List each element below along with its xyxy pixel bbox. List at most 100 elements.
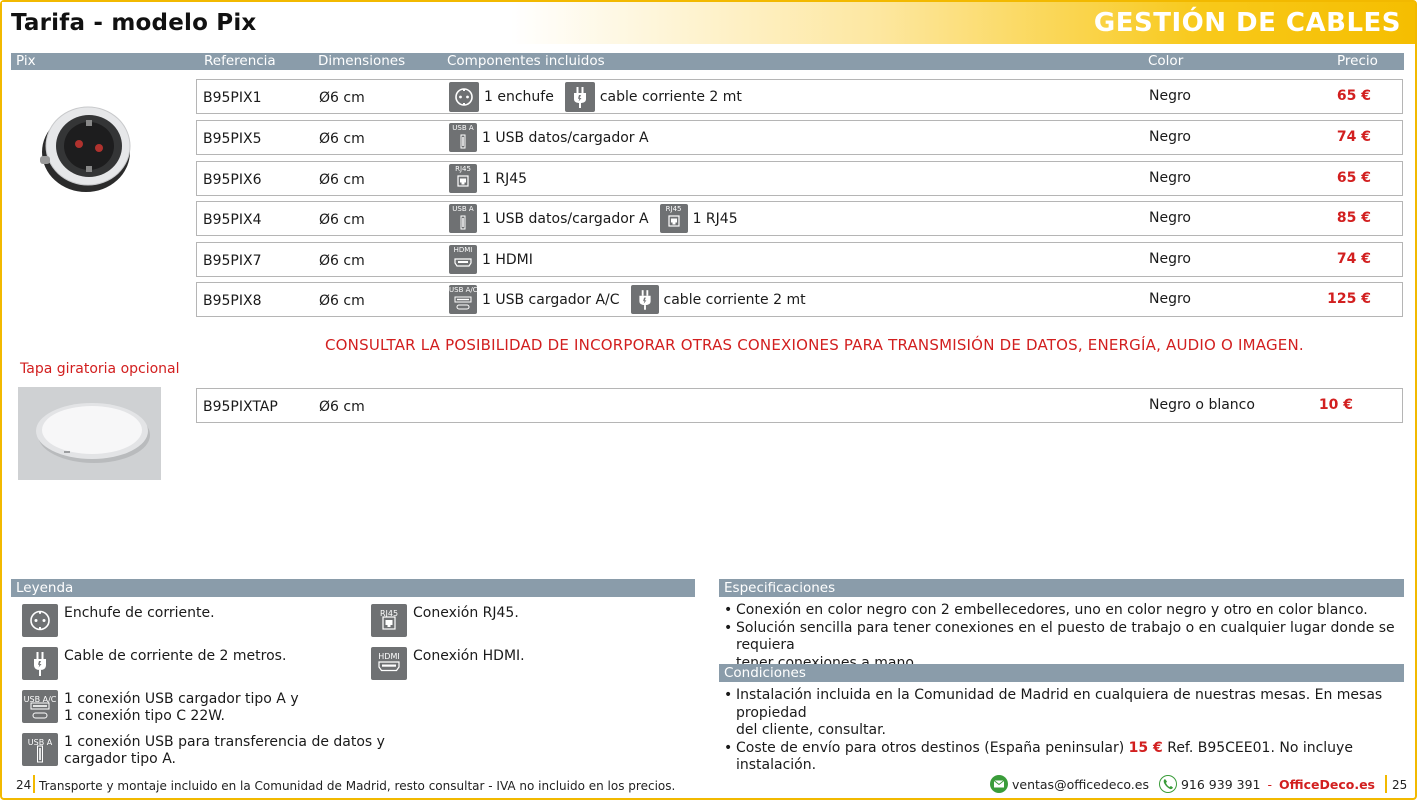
legend-item: Cable de corriente de 2 metros. xyxy=(22,647,286,680)
usb-a-icon: USB A xyxy=(22,733,58,766)
notice-text: CONSULTAR LA POSIBILIDAD DE INCORPORAR O… xyxy=(325,336,1304,354)
email-icon xyxy=(989,775,1008,793)
contact-info: ventas@officedeco.es 916 939 391 - Offic… xyxy=(989,775,1375,793)
power-cable-icon xyxy=(22,647,58,680)
legend-socket-text: Enchufe de corriente. xyxy=(64,605,215,621)
rj45-icon: RJ45 xyxy=(659,204,688,233)
row-ref: B95PIX5 xyxy=(203,131,262,147)
legend-usb-a-text: 1 conexión USB para transferencia de dat… xyxy=(64,734,385,767)
usb-ac-icon: USB A/C xyxy=(449,285,478,314)
component-label: 1 enchufe xyxy=(484,88,554,105)
rj45-icon: RJ45 xyxy=(371,604,407,637)
legend-hdmi-text: Conexión HDMI. xyxy=(413,648,525,664)
legend-usb-ac-text: 1 conexión USB cargador tipo A y1 conexi… xyxy=(64,691,299,724)
row-components: USB A/C 1 USB cargador A/C cable corrien… xyxy=(449,284,812,315)
page-number-left: 24 xyxy=(16,778,32,792)
row-dim: Ø6 cm xyxy=(319,212,365,228)
list-item: Coste de envío para otros destinos (Espa… xyxy=(721,740,1411,775)
row-ref: B95PIXTAP xyxy=(203,399,278,415)
legend-rj45-text: Conexión RJ45. xyxy=(413,605,519,621)
divider xyxy=(1385,775,1387,793)
col-price: Precio xyxy=(1337,53,1378,69)
legend-item: USB A/C 1 conexión USB cargador tipo A y… xyxy=(22,690,299,725)
socket-icon xyxy=(449,81,479,112)
hdmi-icon: HDMI xyxy=(449,245,477,274)
row-ref: B95PIX6 xyxy=(203,172,262,188)
row-dim: Ø6 cm xyxy=(319,399,365,415)
row-color: Negro xyxy=(1149,251,1191,267)
usb-a-icon: USB A xyxy=(449,204,477,233)
col-dim: Dimensiones xyxy=(318,53,406,69)
row-ref: B95PIX8 xyxy=(203,293,262,309)
row-color: Negro xyxy=(1149,170,1191,186)
table-row: B95PIX8 Ø6 cm USB A/C 1 USB cargador A/C… xyxy=(196,282,1403,317)
list-item: Instalación incluida en la Comunidad de … xyxy=(721,687,1411,740)
row-dim: Ø6 cm xyxy=(319,172,365,188)
list-item: Conexión en color negro con 2 embelleced… xyxy=(721,602,1411,620)
legend-title: Leyenda xyxy=(11,579,695,597)
tapa-label: Tapa giratoria opcional xyxy=(20,361,180,377)
page-header: Tarifa - modelo Pix GESTIÓN DE CABLES xyxy=(2,2,1415,44)
component-label: 1 USB cargador A/C xyxy=(482,291,620,308)
section-title: GESTIÓN DE CABLES xyxy=(1093,8,1401,38)
email-link[interactable]: ventas@officedeco.es xyxy=(1012,777,1149,792)
row-components: HDMI 1 HDMI xyxy=(449,244,539,275)
row-components: RJ45 1 RJ45 xyxy=(449,163,533,194)
footer-text: Transporte y montaje incluido en la Comu… xyxy=(39,779,676,793)
row-components: USB A 1 USB datos/cargador A RJ45 1 RJ45 xyxy=(449,203,744,234)
row-color: Negro xyxy=(1149,129,1191,145)
pix-product-image xyxy=(40,106,131,192)
page-title: Tarifa - modelo Pix xyxy=(11,10,257,36)
hdmi-icon: HDMI xyxy=(371,647,407,680)
row-dim: Ø6 cm xyxy=(319,293,365,309)
usb-a-icon: USB A xyxy=(449,123,477,152)
specs-list: Conexión en color negro con 2 embelleced… xyxy=(721,602,1411,672)
row-price: 65 € xyxy=(1336,88,1371,104)
conditions-list: Instalación incluida en la Comunidad de … xyxy=(721,687,1411,775)
row-color: Negro xyxy=(1149,291,1191,307)
page-footer: 24 Transporte y montaje incluido en la C… xyxy=(2,772,1415,798)
row-dim: Ø6 cm xyxy=(319,90,365,106)
socket-icon xyxy=(22,604,58,637)
row-price: 74 € xyxy=(1336,251,1371,267)
table-row: B95PIXTAP Ø6 cm Negro o blanco 10 € xyxy=(196,388,1403,423)
component-label: cable corriente 2 mt xyxy=(663,291,806,308)
component-label: 1 USB datos/cargador A xyxy=(482,129,649,146)
specs-title: Especificaciones xyxy=(719,579,1404,597)
col-ref: Referencia xyxy=(204,53,276,69)
table-row: B95PIX1 Ø6 cm 1 enchufe cable corriente … xyxy=(196,79,1403,114)
legend-cable-text: Cable de corriente de 2 metros. xyxy=(64,648,287,664)
row-ref: B95PIX4 xyxy=(203,212,262,228)
component-label: cable corriente 2 mt xyxy=(599,88,742,105)
row-color: Negro o blanco xyxy=(1149,397,1255,413)
page-number-right: 25 xyxy=(1392,778,1408,792)
tapa-product-image xyxy=(18,387,161,480)
row-dim: Ø6 cm xyxy=(319,131,365,147)
separator: - xyxy=(1267,776,1273,792)
table-row: B95PIX6 Ø6 cm RJ45 1 RJ45 Negro 65 € xyxy=(196,161,1403,196)
row-price: 85 € xyxy=(1336,210,1371,226)
legend-item: HDMI Conexión HDMI. xyxy=(371,647,525,680)
row-ref: B95PIX7 xyxy=(203,253,262,269)
divider xyxy=(33,775,35,793)
legend-item: Enchufe de corriente. xyxy=(22,604,215,637)
table-row: B95PIX7 Ø6 cm HDMI 1 HDMI Negro 74 € xyxy=(196,242,1403,277)
row-price: 10 € xyxy=(1318,397,1353,413)
table-row: B95PIX4 Ø6 cm USB A 1 USB datos/cargador… xyxy=(196,201,1403,236)
row-price: 125 € xyxy=(1327,291,1371,307)
conditions-title: Condiciones xyxy=(719,664,1404,682)
row-color: Negro xyxy=(1149,88,1191,104)
power-cable-icon xyxy=(564,81,595,112)
brand-name[interactable]: OfficeDeco.es xyxy=(1279,777,1375,792)
row-components: 1 enchufe cable corriente 2 mt xyxy=(449,81,748,112)
phone-number[interactable]: 916 939 391 xyxy=(1181,777,1261,792)
row-color: Negro xyxy=(1149,210,1191,226)
row-components: USB A 1 USB datos/cargador A xyxy=(449,122,655,153)
row-ref: B95PIX1 xyxy=(203,90,262,106)
row-price: 65 € xyxy=(1336,170,1371,186)
col-comp: Componentes incluidos xyxy=(447,53,605,69)
legend-item: RJ45 Conexión RJ45. xyxy=(371,604,519,637)
component-label: 1 RJ45 xyxy=(482,170,528,187)
col-color: Color xyxy=(1148,53,1184,69)
rj45-icon: RJ45 xyxy=(449,164,477,193)
